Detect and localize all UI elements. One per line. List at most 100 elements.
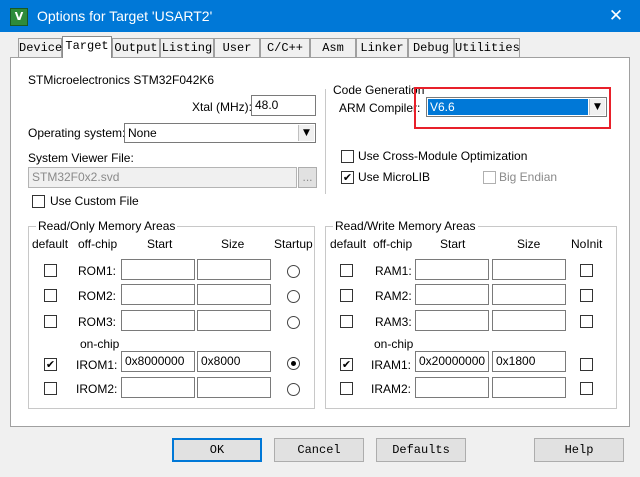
- tab-listing[interactable]: Listing: [160, 38, 214, 57]
- help-button[interactable]: Help: [534, 438, 624, 462]
- irom2-label: IROM2:: [76, 382, 118, 396]
- ram1-start-input[interactable]: [415, 259, 489, 280]
- ram3-noinit-checkbox[interactable]: [580, 315, 593, 328]
- cancel-button[interactable]: Cancel: [274, 438, 364, 462]
- xtal-label: Xtal (MHz):: [192, 100, 252, 114]
- ok-button[interactable]: OK: [172, 438, 262, 462]
- use-custom-file-checkbox[interactable]: [32, 195, 45, 208]
- iram1-label: IRAM1:: [371, 358, 412, 372]
- ram-header-default: default: [330, 237, 367, 251]
- iram2-noinit-checkbox[interactable]: [580, 382, 593, 395]
- rom1-size-input[interactable]: [197, 259, 271, 280]
- big-endian-checkbox[interactable]: [483, 171, 496, 184]
- ram3-size-input[interactable]: [492, 310, 566, 331]
- tab-utilities[interactable]: Utilities: [454, 38, 520, 57]
- ram1-checkbox[interactable]: [340, 264, 353, 277]
- ram2-noinit-checkbox[interactable]: [580, 289, 593, 302]
- ram2-size-input[interactable]: [492, 284, 566, 305]
- title-bar: V Options for Target 'USART2' ✕: [0, 0, 640, 32]
- rom3-label: ROM3:: [78, 315, 117, 329]
- rom3-size-input[interactable]: [197, 310, 271, 331]
- chevron-down-icon[interactable]: ▼: [298, 125, 314, 141]
- ram-onchip-label: on-chip: [374, 337, 414, 351]
- rom3-startup-radio[interactable]: [287, 316, 300, 329]
- microlib-checkbox[interactable]: ✔: [341, 171, 354, 184]
- tab-device[interactable]: Device: [18, 38, 62, 57]
- rom1-startup-radio[interactable]: [287, 265, 300, 278]
- irom2-start-input[interactable]: [121, 377, 195, 398]
- ram2-label: RAM2:: [375, 289, 412, 303]
- rom-header-size: Size: [221, 237, 245, 251]
- rom-header-startup: Startup: [274, 237, 313, 251]
- tab-debug[interactable]: Debug: [408, 38, 454, 57]
- irom1-start-input[interactable]: 0x8000000: [121, 351, 195, 372]
- rom2-startup-radio[interactable]: [287, 290, 300, 303]
- rom3-start-input[interactable]: [121, 310, 195, 331]
- irom1-size-input[interactable]: 0x8000: [197, 351, 271, 372]
- tab-linker[interactable]: Linker: [356, 38, 408, 57]
- ram-title: Read/Write Memory Areas: [333, 219, 478, 233]
- svd-input[interactable]: STM32F0x2.svd: [28, 167, 297, 188]
- irom2-size-input[interactable]: [197, 377, 271, 398]
- ram3-start-input[interactable]: [415, 310, 489, 331]
- rom2-start-input[interactable]: [121, 284, 195, 305]
- irom1-startup-radio[interactable]: [287, 357, 300, 370]
- tab-asm[interactable]: Asm: [310, 38, 356, 57]
- tab-cpp[interactable]: C/C++: [260, 38, 310, 57]
- tab-user[interactable]: User: [214, 38, 260, 57]
- ram-header-size: Size: [517, 237, 541, 251]
- ram1-noinit-checkbox[interactable]: [580, 264, 593, 277]
- irom2-startup-radio[interactable]: [287, 383, 300, 396]
- iram2-size-input[interactable]: [492, 377, 566, 398]
- os-select[interactable]: None ▼: [124, 123, 316, 143]
- iram1-start-input[interactable]: 0x20000000: [415, 351, 489, 372]
- svd-label: System Viewer File:: [28, 151, 134, 165]
- compiler-label: ARM Compiler:: [339, 101, 421, 115]
- ram1-size-input[interactable]: [492, 259, 566, 280]
- rom-title: Read/Only Memory Areas: [36, 219, 178, 233]
- big-endian-label: Big Endian: [499, 170, 558, 184]
- irom1-checkbox[interactable]: ✔: [44, 358, 57, 371]
- iram2-label: IRAM2:: [371, 382, 412, 396]
- iram2-start-input[interactable]: [415, 377, 489, 398]
- rom1-checkbox[interactable]: [44, 264, 57, 277]
- chevron-down-icon[interactable]: ▼: [589, 99, 605, 115]
- ram-header-offchip: off-chip: [373, 237, 413, 251]
- ram2-start-input[interactable]: [415, 284, 489, 305]
- tab-output[interactable]: Output: [112, 38, 160, 57]
- rom-onchip-label: on-chip: [80, 337, 120, 351]
- ram2-checkbox[interactable]: [340, 289, 353, 302]
- rom-header-offchip: off-chip: [78, 237, 118, 251]
- rom1-label: ROM1:: [78, 264, 117, 278]
- compiler-select[interactable]: V6.6 ▼: [426, 97, 607, 117]
- compiler-value: V6.6: [430, 100, 455, 114]
- defaults-button[interactable]: Defaults: [376, 438, 466, 462]
- keil-uvision-icon: V: [10, 8, 28, 26]
- irom2-checkbox[interactable]: [44, 382, 57, 395]
- xtal-input[interactable]: 48.0: [251, 95, 316, 116]
- iram1-size-input[interactable]: 0x1800: [492, 351, 566, 372]
- rom1-start-input[interactable]: [121, 259, 195, 280]
- rom-header-start: Start: [147, 237, 173, 251]
- window-title: Options for Target 'USART2': [37, 8, 213, 24]
- rom-header-default: default: [32, 237, 69, 251]
- codegen-title: Code Generation: [333, 83, 425, 97]
- iram1-noinit-checkbox[interactable]: [580, 358, 593, 371]
- ram-header-start: Start: [440, 237, 466, 251]
- tab-target[interactable]: Target: [62, 36, 112, 58]
- iram1-checkbox[interactable]: ✔: [340, 358, 353, 371]
- svd-browse-button[interactable]: ...: [298, 167, 317, 188]
- cross-module-checkbox[interactable]: [341, 150, 354, 163]
- irom1-label: IROM1:: [76, 358, 118, 372]
- rom2-size-input[interactable]: [197, 284, 271, 305]
- iram2-checkbox[interactable]: [340, 382, 353, 395]
- ram1-label: RAM1:: [375, 264, 412, 278]
- ram-header-noinit: NoInit: [571, 237, 603, 251]
- use-custom-file-label: Use Custom File: [50, 194, 139, 208]
- rom2-checkbox[interactable]: [44, 289, 57, 302]
- close-icon[interactable]: ✕: [596, 2, 636, 30]
- ram3-checkbox[interactable]: [340, 315, 353, 328]
- rom3-checkbox[interactable]: [44, 315, 57, 328]
- cross-module-label: Use Cross-Module Optimization: [358, 149, 528, 163]
- ram3-label: RAM3:: [375, 315, 412, 329]
